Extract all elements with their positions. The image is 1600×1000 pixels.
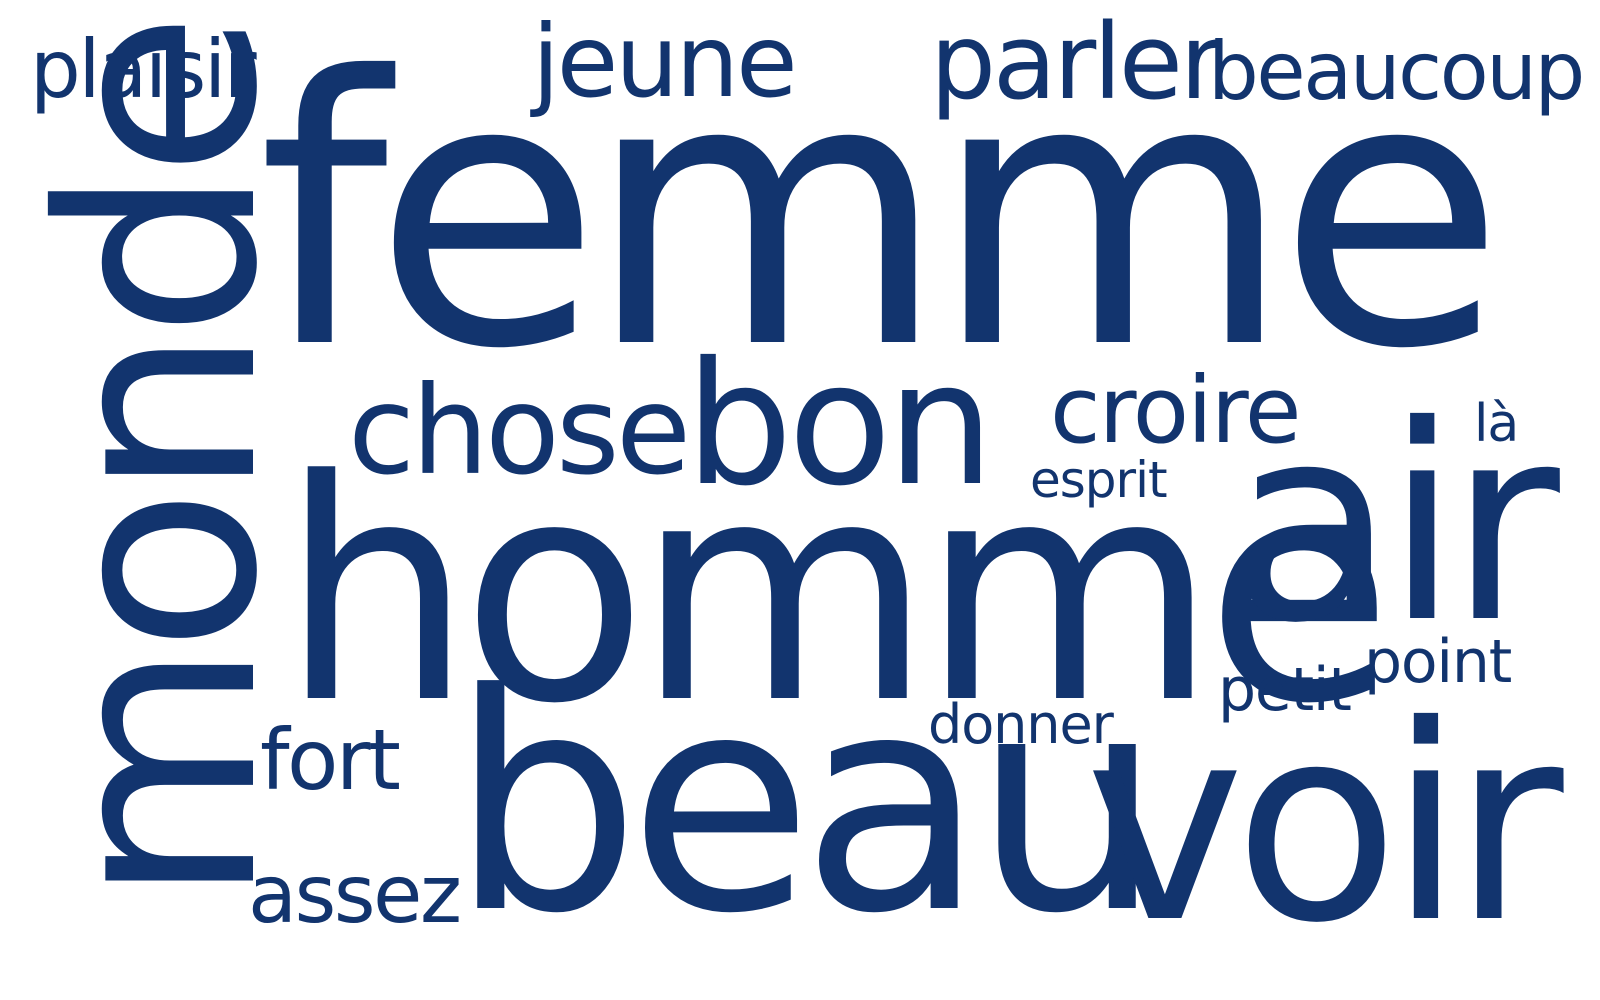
word-cloud: plaisir jeune parler beaucoup femme mond… — [0, 0, 1600, 1000]
word-assez: assez — [248, 848, 462, 941]
word-beau: beau — [450, 630, 1163, 979]
word-air: air — [1230, 367, 1560, 682]
word-fort: fort — [260, 711, 401, 809]
word-voir: voir — [1085, 667, 1564, 982]
word-monde: monde — [2, 22, 317, 905]
